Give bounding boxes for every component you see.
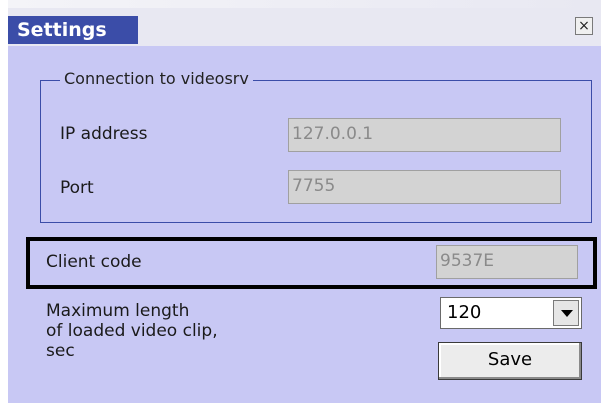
client-code-label: Client code [46,252,142,272]
ip-address-field[interactable]: 127.0.0.1 [288,118,561,152]
clip-length-value: 120 [447,302,482,323]
clip-length-label-line1: Maximum length [46,301,190,321]
close-icon: × [578,18,590,34]
left-edge [0,0,8,403]
port-label: Port [60,178,94,198]
dialog-body: Connection to videosrv IP address 127.0.… [8,46,601,403]
close-button[interactable]: × [575,17,593,35]
save-button[interactable]: Save [438,342,582,380]
clip-length-label-line2: of loaded video clip, [46,321,218,341]
client-code-field[interactable]: 9537E [436,245,578,279]
background-strip [0,0,601,8]
chevron-down-icon[interactable] [553,300,579,326]
dialog-title: Settings [11,16,113,44]
clip-length-select[interactable]: 120 [440,297,582,329]
connection-group-title: Connection to videosrv [60,68,253,90]
ip-address-label: IP address [60,124,148,144]
clip-length-label-line3: sec [46,341,75,361]
title-bar[interactable]: Settings × [8,8,601,46]
port-field[interactable]: 7755 [288,170,561,204]
settings-dialog: Settings × Connection to videosrv IP add… [8,8,601,403]
